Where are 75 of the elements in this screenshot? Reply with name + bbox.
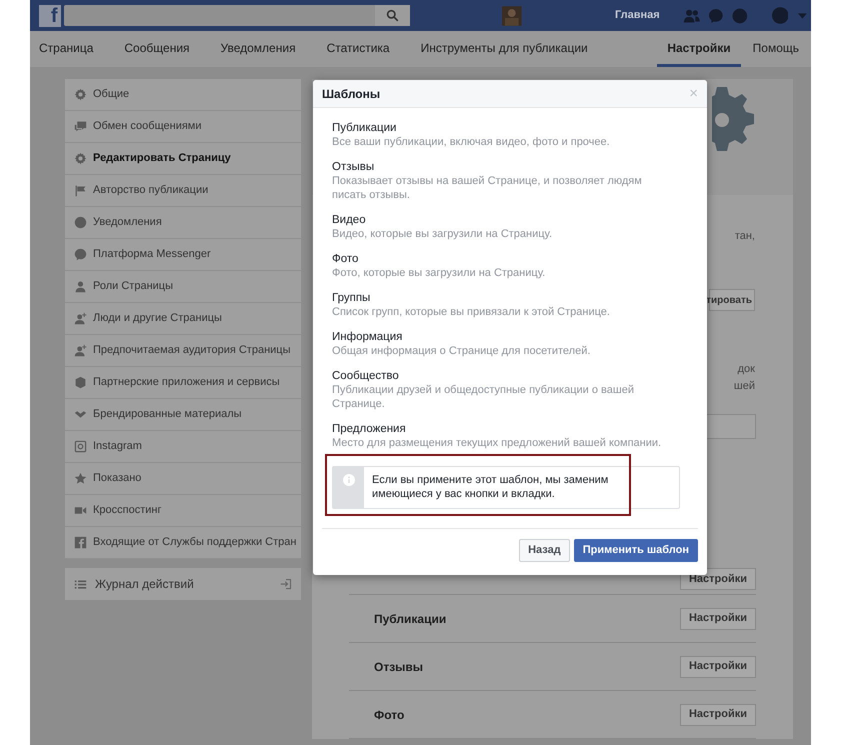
settings-button[interactable]: Настройки xyxy=(680,656,756,678)
nav-tab[interactable]: Статистика xyxy=(326,31,390,67)
section-description: Показывает отзывы на вашей Странице, и позволяет людям писать отзывы. xyxy=(332,174,643,202)
messenger-icon[interactable] xyxy=(708,8,724,24)
messenger-icon xyxy=(74,248,87,261)
section-title: Информация xyxy=(332,330,404,344)
section-description: Видео, которые вы загрузили на Страницу. xyxy=(332,227,554,241)
cube-icon xyxy=(74,376,87,389)
notice-text: Если вы примените этот шаблон, мы заменим имеющиеся у вас кнопки и вкладки. xyxy=(371,473,610,502)
caret-icon[interactable] xyxy=(798,12,808,18)
section-title: Предложения xyxy=(332,422,407,436)
logo[interactable]: f xyxy=(39,4,61,26)
settings-button[interactable]: Настройки xyxy=(680,608,756,630)
section-description: Публикации друзей и общедоступные публикации о вашей Странице. xyxy=(332,383,635,411)
section-description: Место для размещения текущих предложений вашей компании. xyxy=(332,436,662,450)
nav-tab[interactable]: Помощь xyxy=(742,31,809,67)
settings-button[interactable]: Настройки xyxy=(680,704,756,726)
sidebar-item[interactable]: Роли Страницы xyxy=(65,271,301,303)
friends-icon[interactable] xyxy=(682,8,700,23)
sidebar-item[interactable]: Редактировать Страницу xyxy=(65,143,301,175)
sidebar-item[interactable]: Предпочитаемая аудитория Страницы xyxy=(65,335,301,367)
row-label: Отзывы xyxy=(374,658,424,676)
person-icon xyxy=(74,280,87,293)
gear-icon xyxy=(74,88,87,101)
nav-tab[interactable]: Уведомления xyxy=(220,31,296,67)
section-description: Общая информация о Странице для посетителей. xyxy=(332,344,592,358)
nav-tab[interactable]: Сообщения xyxy=(124,31,190,67)
back-button[interactable]: Назад xyxy=(519,539,570,562)
nav-tab[interactable]: Инструменты для публикации xyxy=(420,31,588,67)
activity-log-item[interactable]: Журнал действий xyxy=(65,568,301,600)
sidebar-item[interactable]: Общие xyxy=(65,79,301,111)
sidebar-item[interactable]: Входящие от Службы поддержки Стран xyxy=(65,527,301,559)
section-description: Фото, которые вы загрузили на Страницу. xyxy=(332,266,546,280)
section-title: Фото xyxy=(332,252,360,266)
search-field[interactable] xyxy=(64,5,410,26)
edit-button[interactable]: тировать xyxy=(709,289,755,311)
section-description: Все ваши публикации, включая видео, фото и прочее. xyxy=(332,135,611,149)
list-icon xyxy=(74,578,87,590)
star-icon xyxy=(74,472,87,485)
section-title: Публикации xyxy=(332,121,398,135)
person-plus-icon xyxy=(74,312,87,325)
section-title: Отзывы xyxy=(332,160,376,174)
search-icon xyxy=(386,9,400,22)
input-field xyxy=(706,414,756,439)
sidebar-item[interactable]: Платформа Messenger xyxy=(65,239,301,271)
sidebar-item[interactable]: Обмен сообщениями xyxy=(65,111,301,143)
info-icon xyxy=(342,474,354,486)
sidebar-item[interactable]: Уведомления xyxy=(65,207,301,239)
sidebar-item[interactable]: Кросспостинг xyxy=(65,495,301,527)
dialog-title: Шаблоны xyxy=(322,86,380,102)
section-title: Видео xyxy=(332,213,367,227)
flag-icon xyxy=(74,184,87,197)
gear-icon xyxy=(74,152,87,165)
sidebar-item[interactable]: Люди и другие Страницы xyxy=(65,303,301,335)
home-link[interactable]: Главная xyxy=(614,7,660,24)
description-text: шей xyxy=(734,378,755,394)
section-title: Группы xyxy=(332,291,372,305)
sidebar-item[interactable]: Instagram xyxy=(65,431,301,463)
sidebar-item[interactable]: Партнерские приложения и сервисы xyxy=(65,367,301,399)
description-text: тан, xyxy=(734,228,755,244)
section-description: Список групп, которые вы привязали к этой Странице. xyxy=(332,305,611,319)
camera-icon xyxy=(74,440,87,453)
apply-template-button[interactable]: Применить шаблон xyxy=(574,539,698,562)
chat-bubbles-icon xyxy=(74,120,87,133)
person-plus-icon xyxy=(74,344,87,357)
sidebar-item[interactable]: Показано xyxy=(65,463,301,495)
nav-tab[interactable]: Настройки xyxy=(657,31,741,67)
row-label: Фото xyxy=(374,706,404,724)
sidebar-item[interactable]: Брендированные материалы xyxy=(65,399,301,431)
row-label: Публикации xyxy=(374,610,446,628)
description-text: док xyxy=(738,362,755,377)
nav-tab[interactable]: Страница xyxy=(39,31,94,67)
sidebar-item[interactable]: Авторство публикации xyxy=(65,175,301,207)
sign-in-icon xyxy=(280,578,292,590)
section-title: Сообщество xyxy=(332,369,400,383)
